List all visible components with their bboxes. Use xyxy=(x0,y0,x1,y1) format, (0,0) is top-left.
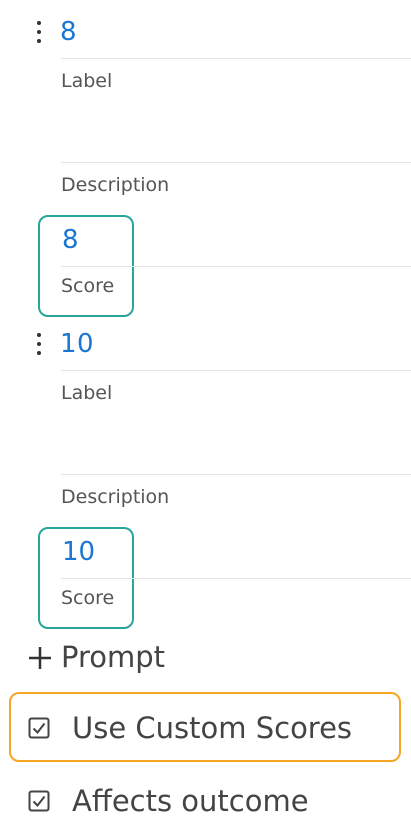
affects-outcome-checkbox[interactable]: Affects outcome xyxy=(28,784,309,818)
score-value-input[interactable]: 10 xyxy=(62,537,95,567)
add-prompt-label: Prompt xyxy=(61,640,166,674)
divider xyxy=(61,474,411,475)
prompt-value[interactable]: 8 xyxy=(60,17,77,47)
score-label: Score xyxy=(61,275,115,297)
divider xyxy=(61,578,411,579)
prompt-value[interactable]: 10 xyxy=(60,329,94,359)
use-custom-scores-label: Use Custom Scores xyxy=(72,711,353,745)
score-label: Score xyxy=(61,587,115,609)
label-field[interactable]: Label xyxy=(61,381,112,405)
drag-handle-icon[interactable] xyxy=(34,21,44,43)
label-field[interactable]: Label xyxy=(61,69,112,93)
plus-icon xyxy=(29,647,51,669)
checkbox-checked-icon xyxy=(28,717,50,739)
divider xyxy=(61,162,411,163)
score-value-input[interactable]: 8 xyxy=(62,225,79,255)
description-field[interactable]: Description xyxy=(61,485,169,509)
checkbox-checked-icon xyxy=(28,790,50,812)
scoring-prompts-panel: 8 Label Description 8 Score 10 Label Des… xyxy=(0,0,411,838)
divider xyxy=(61,266,411,267)
drag-handle-icon[interactable] xyxy=(34,333,44,355)
add-prompt-button[interactable]: Prompt xyxy=(27,640,165,674)
affects-outcome-label: Affects outcome xyxy=(72,784,309,818)
divider xyxy=(61,370,411,371)
description-field[interactable]: Description xyxy=(61,173,169,197)
use-custom-scores-checkbox[interactable]: Use Custom Scores xyxy=(28,711,352,745)
divider xyxy=(61,58,411,59)
